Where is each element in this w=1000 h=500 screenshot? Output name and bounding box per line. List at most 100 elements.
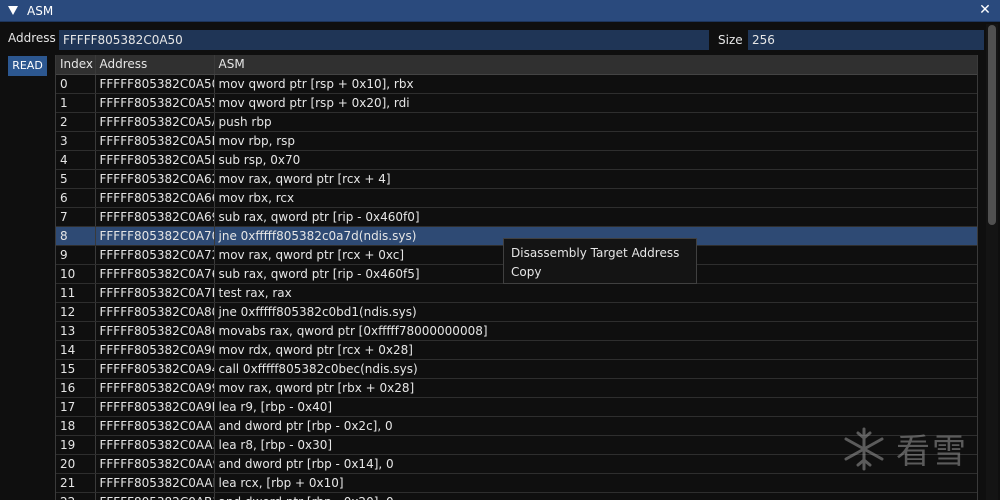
table-row[interactable]: 1 FFFFF805382C0A55 mov qword ptr [rsp + 0x… xyxy=(56,93,977,113)
cell-asm: and dword ptr [rbp - 0x20], 0 xyxy=(214,492,977,500)
cell-index: 7 xyxy=(56,207,96,227)
table-row[interactable]: 4 FFFFF805382C0A5E sub rsp, 0x70 xyxy=(56,150,977,170)
table-row[interactable]: 15 FFFFF805382C0A94 call 0xfffff805382c0be… xyxy=(56,359,977,379)
table-row[interactable]: 16 FFFFF805382C0A99 mov rax, qword ptr [rb… xyxy=(56,378,977,398)
address-input[interactable] xyxy=(59,30,709,50)
cell-asm: sub rax, qword ptr [rip - 0x460f0] xyxy=(214,207,977,227)
watermark-text: 看雪 xyxy=(896,432,968,472)
cell-index: 13 xyxy=(56,321,96,341)
table-row[interactable]: 3 FFFFF805382C0A5B mov rbp, rsp xyxy=(56,131,977,151)
context-menu: Disassembly Target Address Copy xyxy=(503,238,697,284)
cell-index: 22 xyxy=(56,492,96,500)
cell-address: FFFFF805382C0A62 xyxy=(95,169,215,189)
table-row[interactable]: 5 FFFFF805382C0A62 mov rax, qword ptr [rcx… xyxy=(56,169,977,189)
table-row[interactable]: 12 FFFFF805382C0A80 jne 0xfffff805382c0bd1… xyxy=(56,302,977,322)
cell-index: 21 xyxy=(56,473,96,493)
cell-asm: mov rax, qword ptr [rbx + 0x28] xyxy=(214,378,977,398)
table-row[interactable]: 17 FFFFF805382C0A9D lea r9, [rbp - 0x40] xyxy=(56,397,977,417)
table-row[interactable]: 21 FFFFF805382C0AAD lea rcx, [rbp + 0x10] xyxy=(56,473,977,493)
cell-index: 8 xyxy=(56,226,96,246)
table-row[interactable]: 11 FFFFF805382C0A7D test rax, rax xyxy=(56,283,977,303)
column-header-asm[interactable]: ASM xyxy=(214,55,977,75)
cell-address: FFFFF805382C0A66 xyxy=(95,188,215,208)
cell-asm: mov rdx, qword ptr [rcx + 0x28] xyxy=(214,340,977,360)
collapse-arrow-icon[interactable] xyxy=(8,6,18,15)
cell-index: 19 xyxy=(56,435,96,455)
cell-index: 6 xyxy=(56,188,96,208)
cell-address: FFFFF805382C0A5B xyxy=(95,131,215,151)
cell-index: 20 xyxy=(56,454,96,474)
cell-address: FFFFF805382C0AA9 xyxy=(95,454,215,474)
cell-index: 3 xyxy=(56,131,96,151)
cell-index: 1 xyxy=(56,93,96,113)
cell-address: FFFFF805382C0A72 xyxy=(95,245,215,265)
table-row[interactable]: 14 FFFFF805382C0A90 mov rdx, qword ptr [rc… xyxy=(56,340,977,360)
cell-address: FFFFF805382C0A94 xyxy=(95,359,215,379)
cell-index: 12 xyxy=(56,302,96,322)
cell-address: FFFFF805382C0A86 xyxy=(95,321,215,341)
window-titlebar[interactable]: ASM ✕ xyxy=(0,0,1000,22)
cell-address: FFFFF805382C0A76 xyxy=(95,264,215,284)
cell-address: FFFFF805382C0A7D xyxy=(95,283,215,303)
menu-item-copy[interactable]: Copy xyxy=(504,263,696,282)
cell-address: FFFFF805382C0A9D xyxy=(95,397,215,417)
cell-address: FFFFF805382C0A69 xyxy=(95,207,215,227)
size-input[interactable] xyxy=(748,30,984,50)
cell-index: 2 xyxy=(56,112,96,132)
cell-address: FFFFF805382C0AA5 xyxy=(95,435,215,455)
cell-address: FFFFF805382C0A5E xyxy=(95,150,215,170)
cell-index: 11 xyxy=(56,283,96,303)
cell-asm: mov rbx, rcx xyxy=(214,188,977,208)
cell-address: FFFFF805382C0A50 xyxy=(95,74,215,94)
table-row[interactable]: 0 FFFFF805382C0A50 mov qword ptr [rsp + 0x… xyxy=(56,74,977,94)
cell-index: 17 xyxy=(56,397,96,417)
scrollbar-thumb[interactable] xyxy=(988,25,996,225)
snowflake-logo-icon xyxy=(844,427,884,470)
cell-asm: lea rcx, [rbp + 0x10] xyxy=(214,473,977,493)
cell-asm: push rbp xyxy=(214,112,977,132)
cell-asm: call 0xfffff805382c0bec(ndis.sys) xyxy=(214,359,977,379)
cell-address: FFFFF805382C0A80 xyxy=(95,302,215,322)
cell-asm: lea r9, [rbp - 0x40] xyxy=(214,397,977,417)
column-header-index[interactable]: Index xyxy=(56,55,96,75)
cell-address: FFFFF805382C0A70 xyxy=(95,226,215,246)
cell-asm: mov qword ptr [rsp + 0x10], rbx xyxy=(214,74,977,94)
cell-address: FFFFF805382C0AAD xyxy=(95,473,215,493)
cell-asm: movabs rax, qword ptr [0xfffff7800000000… xyxy=(214,321,977,341)
cell-asm: mov rax, qword ptr [rcx + 4] xyxy=(214,169,977,189)
cell-address: FFFFF805382C0AA1 xyxy=(95,416,215,436)
close-icon[interactable]: ✕ xyxy=(978,3,992,17)
watermark-logo: 看雪 xyxy=(838,424,968,473)
cell-address: FFFFF805382C0A5A xyxy=(95,112,215,132)
cell-index: 16 xyxy=(56,378,96,398)
cell-index: 9 xyxy=(56,245,96,265)
cell-index: 10 xyxy=(56,264,96,284)
cell-index: 18 xyxy=(56,416,96,436)
cell-index: 14 xyxy=(56,340,96,360)
cell-index: 5 xyxy=(56,169,96,189)
cell-asm: mov qword ptr [rsp + 0x20], rdi xyxy=(214,93,977,113)
table-row[interactable]: 22FFFFF805382C0AB1and dword ptr [rbp - 0… xyxy=(56,492,977,500)
size-label: Size xyxy=(718,33,743,47)
table-row[interactable]: 7 FFFFF805382C0A69 sub rax, qword ptr [rip… xyxy=(56,207,977,227)
column-header-address[interactable]: Address xyxy=(95,55,215,75)
table-row[interactable]: 13 FFFFF805382C0A86 movabs rax, qword ptr … xyxy=(56,321,977,341)
window-title: ASM xyxy=(27,3,54,18)
cell-index: 15 xyxy=(56,359,96,379)
cell-asm: sub rsp, 0x70 xyxy=(214,150,977,170)
menu-item-disassembly-target-address[interactable]: Disassembly Target Address xyxy=(504,244,696,263)
address-label: Address xyxy=(8,31,56,45)
table-header-row: Index Address ASM xyxy=(56,55,977,75)
cell-index: 4 xyxy=(56,150,96,170)
cell-address: FFFFF805382C0A90 xyxy=(95,340,215,360)
table-row[interactable]: 6 FFFFF805382C0A66 mov rbx, rcx xyxy=(56,188,977,208)
cell-address: FFFFF805382C0A99 xyxy=(95,378,215,398)
cell-asm: test rax, rax xyxy=(214,283,977,303)
read-button[interactable]: READ xyxy=(8,56,47,76)
cell-asm: mov rbp, rsp xyxy=(214,131,977,151)
table-row[interactable]: 2 FFFFF805382C0A5A push rbp xyxy=(56,112,977,132)
cell-address: FFFFF805382C0AB1 xyxy=(95,492,215,500)
cell-index: 0 xyxy=(56,74,96,94)
cell-address: FFFFF805382C0A55 xyxy=(95,93,215,113)
cell-asm: jne 0xfffff805382c0bd1(ndis.sys) xyxy=(214,302,977,322)
